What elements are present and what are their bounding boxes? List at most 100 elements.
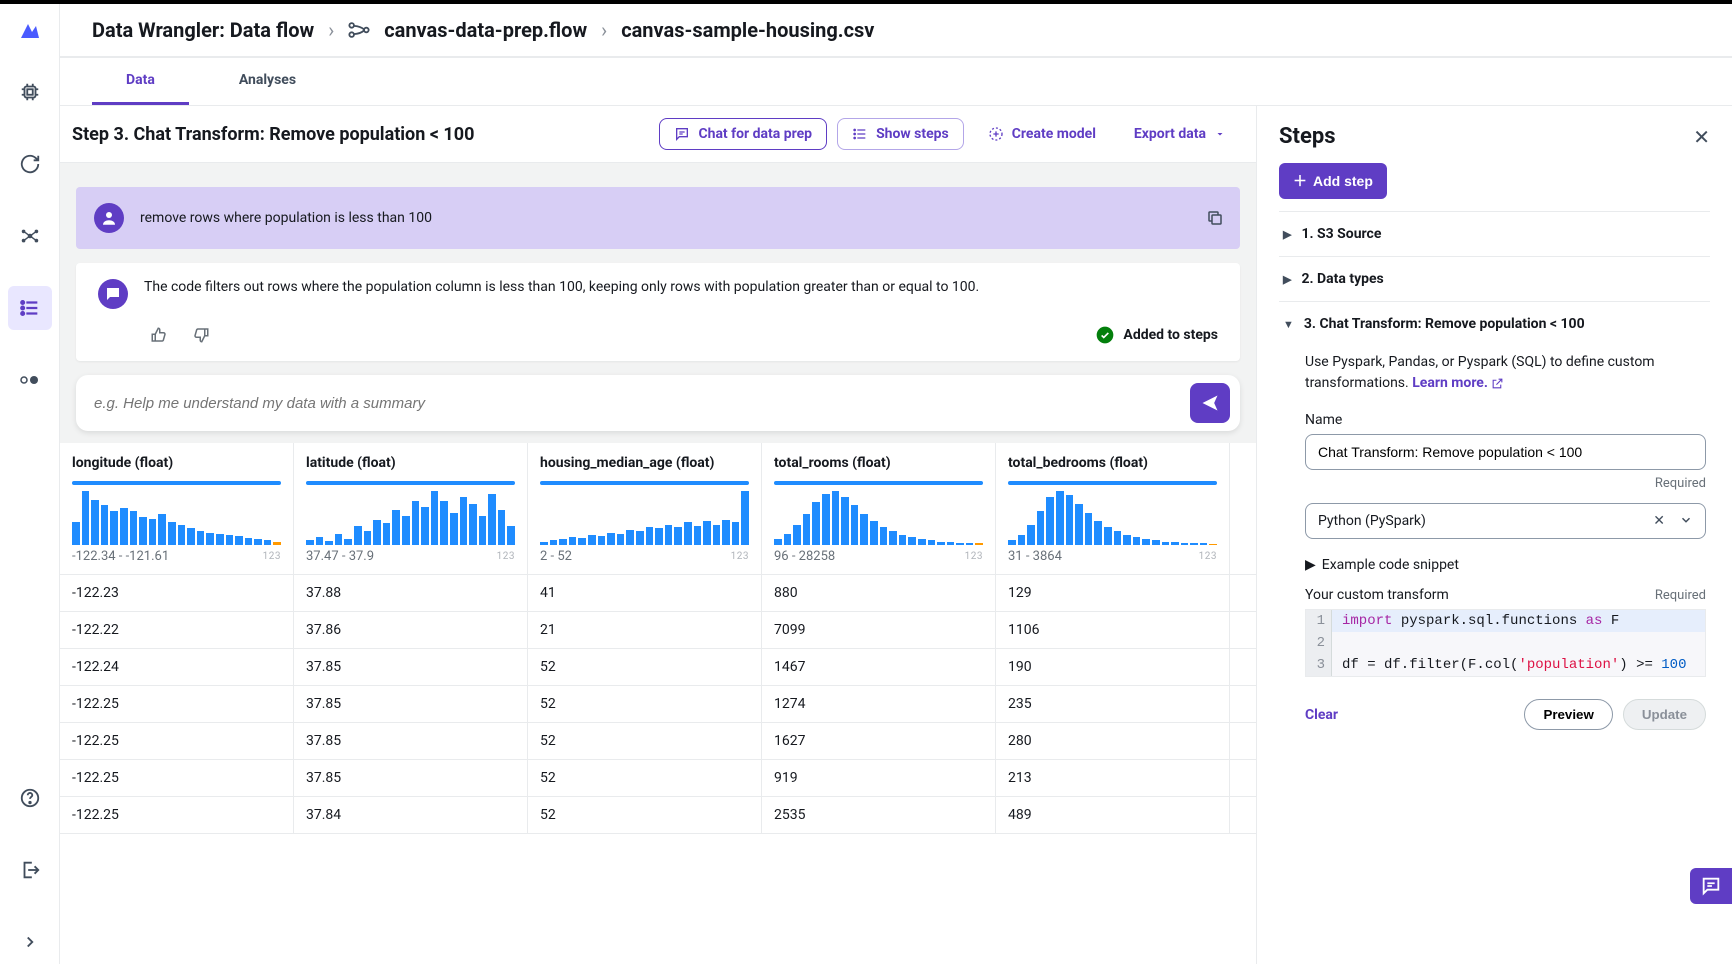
floating-chat-icon[interactable] — [1690, 868, 1732, 904]
language-select[interactable]: Python (PySpark) ✕ — [1305, 503, 1706, 539]
step-item-1[interactable]: ▶ 1. S3 Source — [1279, 211, 1710, 256]
table-cell: 41 — [528, 575, 762, 611]
table-cell: 37.85 — [294, 686, 528, 722]
table-cell: 52 — [528, 723, 762, 759]
chevron-right-icon: › — [328, 18, 334, 42]
check-circle-icon — [1095, 325, 1115, 345]
show-steps-button[interactable]: Show steps — [837, 118, 964, 150]
tabs: Data Analyses — [60, 58, 1732, 106]
learn-more-link[interactable]: Learn more. — [1412, 375, 1504, 391]
logout-icon[interactable] — [8, 848, 52, 892]
table-cell: 489 — [996, 797, 1230, 833]
table-cell: 52 — [528, 649, 762, 685]
table-cell: 1274 — [762, 686, 996, 722]
create-model-button[interactable]: Create model — [974, 119, 1110, 149]
breadcrumb-root[interactable]: Data Wrangler: Data flow — [92, 18, 314, 42]
export-data-button[interactable]: Export data — [1120, 119, 1240, 149]
table-cell: 280 — [996, 723, 1230, 759]
column-header[interactable]: total_bedrooms (float) — [996, 443, 1229, 477]
histogram — [1008, 491, 1217, 545]
user-message-text: remove rows where population is less tha… — [140, 210, 432, 226]
table-cell: 52 — [528, 797, 762, 833]
table-cell: 1106 — [996, 612, 1230, 648]
dots-icon[interactable] — [8, 358, 52, 402]
caret-right-icon: ▶ — [1283, 273, 1291, 286]
refresh-icon[interactable] — [8, 142, 52, 186]
graph-icon[interactable] — [8, 214, 52, 258]
flow-icon — [348, 21, 370, 39]
steps-panel: Steps ✕ ＋ Add step ▶ 1. S3 Source ▶ 2. D… — [1257, 106, 1732, 964]
bot-avatar-icon — [98, 279, 128, 309]
column-header[interactable]: longitude (float) — [60, 443, 293, 477]
table-cell: 37.85 — [294, 723, 528, 759]
column-header[interactable]: housing_median_age (float) — [528, 443, 761, 477]
thumbs-up-icon[interactable] — [150, 326, 168, 344]
table-cell: 2535 — [762, 797, 996, 833]
preview-button[interactable]: Preview — [1524, 699, 1612, 730]
table-cell: 37.86 — [294, 612, 528, 648]
table-row[interactable]: -122.2537.85521627280 — [60, 723, 1256, 760]
table-cell: -122.25 — [60, 723, 294, 759]
add-step-button[interactable]: ＋ Add step — [1279, 163, 1387, 199]
code-editor[interactable]: 1import pyspark.sql.functions as F 2 3df… — [1305, 609, 1706, 677]
column-header[interactable]: total_rooms (float) — [762, 443, 995, 477]
step-item-2[interactable]: ▶ 2. Data types — [1279, 256, 1710, 301]
table-cell: 37.85 — [294, 760, 528, 796]
name-input[interactable] — [1305, 434, 1706, 470]
chip-icon[interactable] — [8, 70, 52, 114]
added-to-steps-label: Added to steps — [1123, 327, 1218, 343]
step-item-3[interactable]: ▼ 3. Chat Transform: Remove population <… — [1279, 301, 1710, 346]
close-icon[interactable]: ✕ — [1693, 125, 1710, 149]
table-cell: 919 — [762, 760, 996, 796]
histogram — [306, 491, 515, 545]
table-cell: 880 — [762, 575, 996, 611]
table-cell: 7099 — [762, 612, 996, 648]
left-nav — [0, 4, 60, 964]
histogram — [72, 491, 281, 545]
table-cell: -122.25 — [60, 760, 294, 796]
table-row[interactable]: -122.2337.8841880129 — [60, 575, 1256, 612]
clear-button[interactable]: Clear — [1305, 707, 1338, 723]
histogram — [774, 491, 983, 545]
breadcrumb-flow[interactable]: canvas-data-prep.flow — [384, 18, 587, 42]
chat-for-data-prep-button[interactable]: Chat for data prep — [659, 118, 827, 150]
table-cell: -122.25 — [60, 686, 294, 722]
table-cell: 21 — [528, 612, 762, 648]
update-button[interactable]: Update — [1623, 699, 1706, 730]
table-cell: 190 — [996, 649, 1230, 685]
table-cell: 129 — [996, 575, 1230, 611]
thumbs-down-icon[interactable] — [192, 326, 210, 344]
help-icon[interactable] — [8, 776, 52, 820]
plus-icon: ＋ — [1293, 171, 1307, 191]
list-icon[interactable] — [8, 286, 52, 330]
table-cell: 52 — [528, 760, 762, 796]
tab-analyses[interactable]: Analyses — [205, 58, 330, 105]
chevron-down-icon — [1679, 513, 1693, 529]
user-avatar-icon — [94, 203, 124, 233]
table-row[interactable]: -122.2437.85521467190 — [60, 649, 1256, 686]
copy-icon[interactable] — [1206, 209, 1224, 227]
table-row[interactable]: -122.2237.862170991106 — [60, 612, 1256, 649]
send-button[interactable] — [1190, 383, 1230, 423]
histogram — [540, 491, 749, 545]
breadcrumb-file[interactable]: canvas-sample-housing.csv — [621, 18, 874, 42]
expand-icon[interactable] — [8, 920, 52, 964]
table-row[interactable]: -122.2537.8552919213 — [60, 760, 1256, 797]
tab-data[interactable]: Data — [92, 58, 189, 105]
caret-right-icon: ▶ — [1305, 557, 1316, 573]
table-row[interactable]: -122.2537.85521274235 — [60, 686, 1256, 723]
column-header[interactable]: latitude (float) — [294, 443, 527, 477]
chat-user-message: remove rows where population is less tha… — [76, 187, 1240, 249]
clear-select-icon[interactable]: ✕ — [1653, 513, 1665, 529]
step-title: Step 3. Chat Transform: Remove populatio… — [72, 124, 649, 145]
chevron-right-icon: › — [601, 18, 607, 42]
chat-bot-message: The code filters out rows where the popu… — [76, 263, 1240, 361]
table-row[interactable]: -122.2537.84522535489 — [60, 797, 1256, 834]
example-snippet-toggle[interactable]: ▶ Example code snippet — [1305, 557, 1706, 573]
help-text: Use Pyspark, Pandas, or Pyspark (SQL) to… — [1305, 352, 1706, 394]
table-cell: 37.88 — [294, 575, 528, 611]
chat-area: remove rows where population is less tha… — [60, 163, 1256, 443]
caret-down-icon: ▼ — [1283, 318, 1294, 331]
caret-right-icon: ▶ — [1283, 228, 1291, 241]
chat-input[interactable] — [94, 395, 1190, 412]
